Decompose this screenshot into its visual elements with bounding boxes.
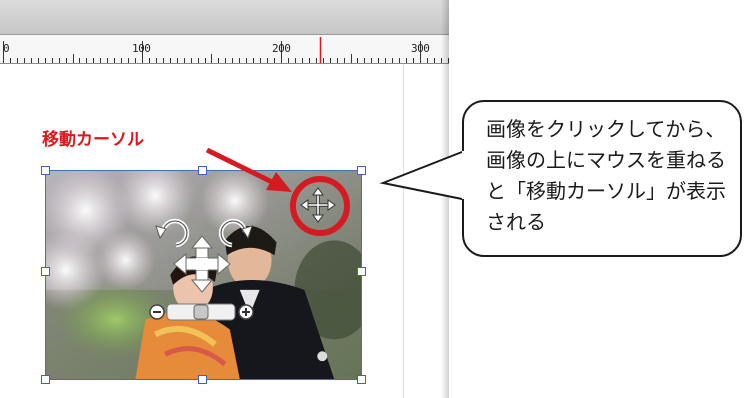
zoom-slider-thumb[interactable]	[193, 304, 209, 320]
callout-tail-join	[462, 151, 466, 199]
callout-tail	[379, 149, 468, 201]
zoom-out-icon[interactable]	[149, 304, 165, 320]
rotate-right-icon[interactable]	[218, 218, 253, 248]
callout-box: 画像をクリックしてから、画像の上にマウスを重ねると「移動カーソル」が表示される	[462, 100, 742, 257]
callout-text: 画像をクリックしてから、画像の上にマウスを重ねると「移動カーソル」が表示される	[486, 117, 726, 234]
move-cursor-label: 移動カーソル	[42, 130, 144, 150]
rotate-left-icon[interactable]	[155, 218, 190, 248]
annotation-arrow	[205, 147, 292, 192]
zoom-in-icon[interactable]	[238, 304, 254, 320]
move-cursor-icon	[300, 187, 336, 223]
zoom-slider[interactable]	[166, 303, 236, 321]
